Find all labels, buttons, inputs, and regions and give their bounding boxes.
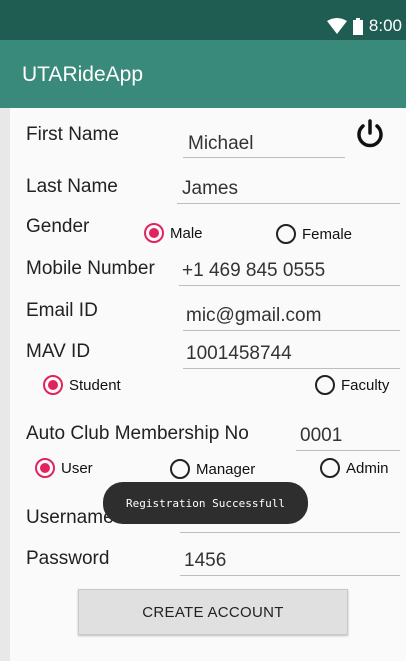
role-student-radio[interactable]: Student — [43, 375, 121, 395]
power-icon[interactable] — [354, 118, 386, 150]
first-name-field[interactable]: Michael — [183, 130, 345, 158]
radio-unchecked-icon — [170, 459, 190, 479]
app-title: UTARideApp — [22, 63, 143, 86]
email-value: mic@gmail.com — [186, 305, 322, 326]
status-time: 8:00 — [368, 16, 402, 35]
type-manager-label: Manager — [196, 460, 256, 478]
password-value: 1456 — [184, 550, 227, 571]
toast-text: Registration Successfull — [126, 496, 285, 510]
last-name-label: Last Name — [26, 176, 118, 197]
username-label: Username — [26, 507, 114, 528]
email-field[interactable]: mic@gmail.com — [183, 303, 400, 331]
gender-female-radio[interactable]: Female — [276, 224, 352, 244]
password-label: Password — [26, 548, 110, 569]
role-faculty-radio[interactable]: Faculty — [315, 375, 389, 395]
radio-unchecked-icon — [315, 375, 335, 395]
role-faculty-label: Faculty — [341, 376, 390, 394]
type-admin-label: Admin — [346, 459, 389, 477]
type-user-label: User — [61, 459, 93, 477]
last-name-field[interactable]: James — [177, 176, 400, 204]
gender-label: Gender — [26, 216, 90, 237]
mav-value: 1001458744 — [186, 343, 292, 364]
type-manager-radio[interactable]: Manager — [170, 459, 255, 479]
battery-icon — [352, 17, 363, 35]
status-bar: 8:00 — [0, 0, 406, 40]
mav-label: MAV ID — [26, 341, 91, 362]
type-admin-radio[interactable]: Admin — [320, 458, 389, 478]
create-account-button[interactable]: CREATE ACCOUNT — [78, 589, 348, 635]
radio-checked-icon — [43, 375, 63, 395]
radio-checked-icon — [35, 458, 55, 478]
password-field[interactable]: 1456 — [180, 548, 400, 576]
first-name-value: Michael — [188, 133, 254, 154]
auto-club-value: 0001 — [300, 425, 343, 446]
first-name-label: First Name — [26, 124, 119, 145]
status-icons: 8:00 — [326, 16, 402, 36]
mobile-value: +1 469 845 0555 — [182, 260, 326, 281]
gender-female-label: Female — [302, 225, 353, 243]
gender-male-radio[interactable]: Male — [144, 223, 203, 243]
last-name-value: James — [182, 178, 238, 199]
mobile-label: Mobile Number — [26, 258, 155, 279]
auto-club-label: Auto Club Membership No — [26, 423, 249, 444]
app-bar: UTARideApp — [0, 40, 406, 108]
mobile-field[interactable]: +1 469 845 0555 — [179, 258, 400, 286]
role-student-label: Student — [69, 376, 121, 394]
radio-unchecked-icon — [320, 458, 340, 478]
radio-unchecked-icon — [276, 224, 296, 244]
auto-club-field[interactable]: 0001 — [296, 423, 400, 451]
type-user-radio[interactable]: User — [35, 458, 93, 478]
registration-toast: Registration Successfull — [103, 482, 308, 524]
radio-checked-icon — [144, 223, 164, 243]
email-label: Email ID — [26, 300, 98, 321]
gender-male-label: Male — [170, 224, 203, 242]
wifi-icon — [326, 18, 347, 34]
mav-field[interactable]: 1001458744 — [183, 341, 400, 369]
